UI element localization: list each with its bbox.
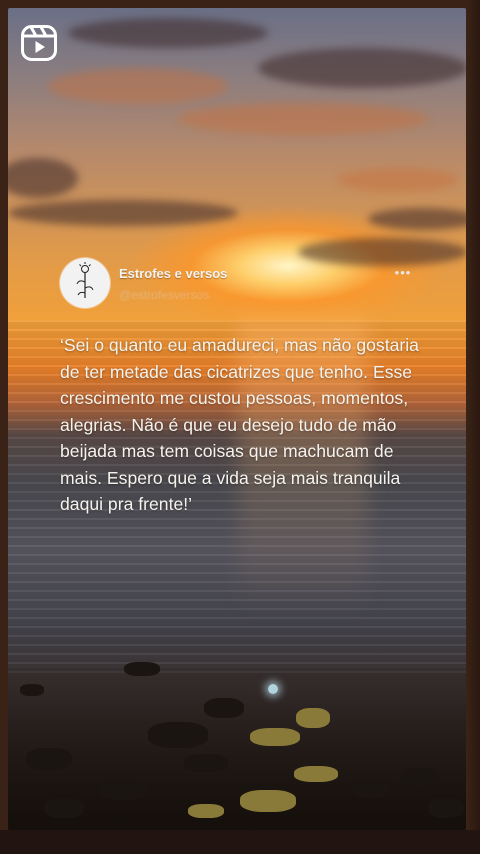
rock bbox=[296, 708, 330, 728]
rock bbox=[400, 768, 440, 786]
rock bbox=[250, 728, 300, 746]
rock bbox=[204, 698, 244, 718]
rock bbox=[352, 778, 390, 798]
rock bbox=[184, 754, 228, 772]
reels-icon[interactable] bbox=[20, 24, 58, 62]
cloud bbox=[368, 208, 466, 230]
cloud bbox=[258, 48, 466, 88]
post-header: Estrofes e versos @estrofesversos bbox=[60, 258, 420, 310]
rock bbox=[294, 766, 338, 782]
author-name[interactable]: Estrofes e versos bbox=[119, 266, 227, 281]
cloud bbox=[178, 103, 428, 135]
cloud bbox=[48, 68, 228, 104]
rock bbox=[148, 722, 208, 748]
post-quote-text: ‘Sei o quanto eu amadureci, mas não gost… bbox=[60, 335, 419, 514]
rock bbox=[428, 798, 464, 818]
cloud bbox=[68, 18, 268, 48]
cloud bbox=[8, 158, 78, 198]
author-handle[interactable]: @estrofesversos bbox=[119, 288, 209, 302]
rock bbox=[98, 780, 148, 800]
rock bbox=[44, 798, 84, 818]
frame-bottom bbox=[0, 830, 480, 854]
more-options-button[interactable]: ••• bbox=[392, 266, 414, 280]
cloud bbox=[8, 200, 238, 226]
frame-edge bbox=[466, 0, 480, 854]
rock bbox=[240, 790, 296, 812]
rock bbox=[26, 748, 72, 770]
rock bbox=[188, 804, 224, 818]
rock bbox=[124, 662, 160, 676]
cloud bbox=[338, 168, 458, 192]
playback-indicator bbox=[268, 684, 278, 694]
story-frame: Estrofes e versos @estrofesversos ••• ‘S… bbox=[0, 0, 480, 854]
rock bbox=[20, 684, 44, 696]
avatar[interactable] bbox=[60, 258, 110, 308]
dandelion-logo-icon bbox=[76, 262, 94, 298]
